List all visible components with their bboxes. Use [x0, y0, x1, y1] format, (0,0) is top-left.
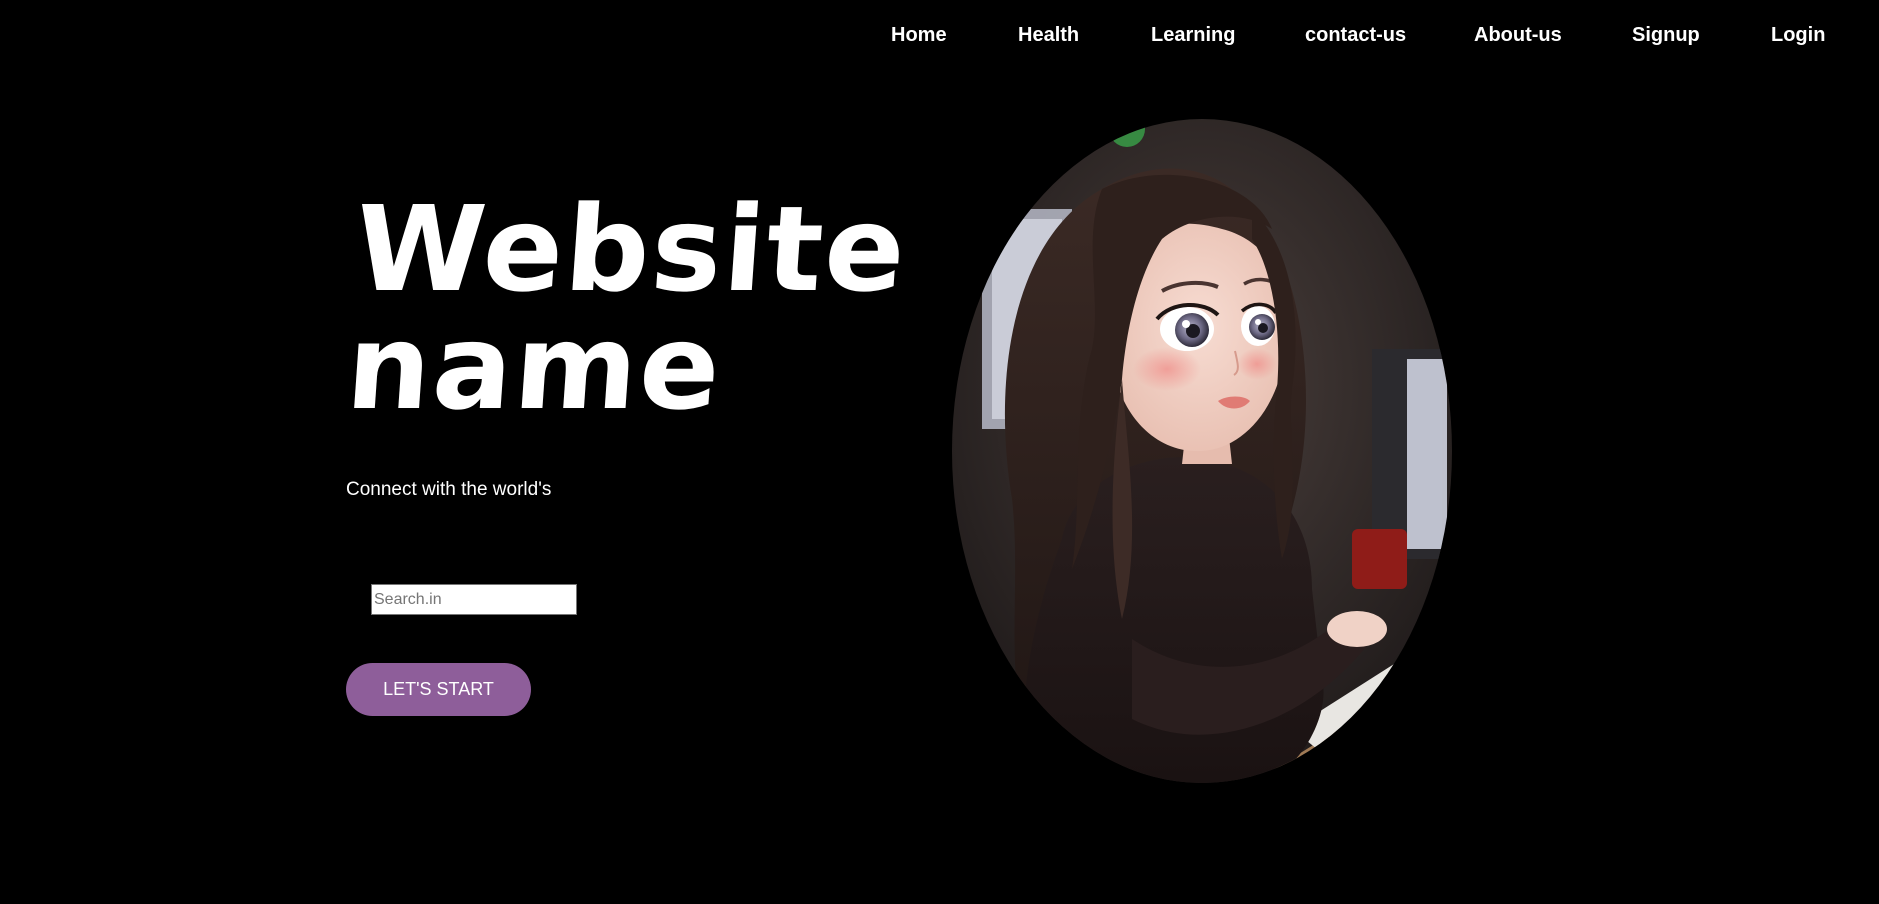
nav-link-about-us[interactable]: About-us	[1474, 24, 1562, 47]
search-input[interactable]	[371, 584, 577, 615]
nav-link-contact-us[interactable]: contact-us	[1305, 24, 1406, 47]
nav-link-signup[interactable]: Signup	[1632, 24, 1700, 47]
girl-at-computer-illustration-icon	[952, 119, 1452, 783]
nav-link-login[interactable]: Login	[1771, 24, 1825, 47]
lets-start-button[interactable]: LET'S START	[346, 663, 531, 716]
site-title: Website name	[342, 180, 912, 436]
site-title-line-2: name	[342, 298, 727, 436]
main-navigation: Home Health Learning contact-us About-us…	[0, 0, 1879, 75]
site-title-line-1: Website	[350, 180, 912, 318]
hero-illustration	[952, 119, 1452, 783]
nav-link-health[interactable]: Health	[1018, 24, 1079, 47]
nav-link-home[interactable]: Home	[891, 24, 947, 47]
hero-tagline: Connect with the world's	[346, 479, 552, 500]
nav-link-learning[interactable]: Learning	[1151, 24, 1235, 47]
